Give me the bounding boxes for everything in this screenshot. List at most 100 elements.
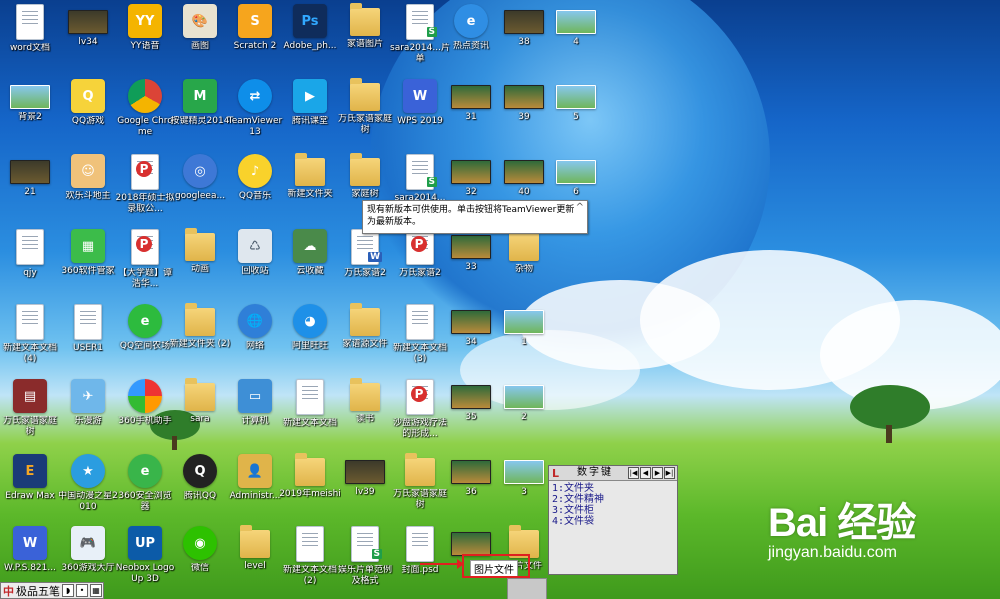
desktop-icon[interactable]: 3: [494, 450, 554, 524]
prev-page-button[interactable]: ◀: [640, 467, 651, 479]
desktop-icon[interactable]: 新建文件夹 (2): [170, 300, 230, 374]
desktop-icon[interactable]: ◕ 阿里旺旺: [280, 300, 340, 374]
desktop-icon[interactable]: 5: [546, 75, 606, 149]
thumbgame-icon: [451, 235, 491, 259]
desktop-icon[interactable]: 2019年meishi: [279, 450, 341, 524]
desktop-icon[interactable]: ♪ QQ音乐: [225, 150, 285, 224]
desktop-icon[interactable]: 1: [494, 300, 554, 374]
desktop-icon[interactable]: ⇄ TeamViewer 13: [225, 75, 285, 149]
desktop-icon[interactable]: 🌐 网络: [225, 300, 285, 374]
desktop-icon[interactable]: Q QQ游戏: [58, 75, 118, 149]
desktop-icon[interactable]: 21: [0, 150, 60, 224]
next-page-button[interactable]: ▶: [652, 467, 663, 479]
desktop-icon[interactable]: 家谱图片: [335, 0, 395, 74]
scratch-icon: S: [238, 4, 272, 38]
desktop-icon[interactable]: UP Neobox LogoUp 3D: [115, 522, 175, 596]
desktop-icon[interactable]: ▤ 万氏家谱家庭树: [0, 375, 60, 449]
desktop-icon[interactable]: 36: [441, 450, 501, 524]
desktop-icon[interactable]: 34: [441, 300, 501, 374]
doc-icon: [16, 229, 44, 265]
desktop-icon[interactable]: 2: [494, 375, 554, 449]
desktop-icon[interactable]: 360手机助手: [115, 375, 175, 449]
desktop-icon[interactable]: 新建文本文档: [280, 375, 340, 449]
desktop-icon[interactable]: 35: [441, 375, 501, 449]
desktop-icon[interactable]: 31: [441, 75, 501, 149]
desktop-icon[interactable]: 动画: [170, 225, 230, 299]
desktop-icon[interactable]: USER1: [58, 300, 118, 374]
browser360-icon: e: [128, 454, 162, 488]
thumbgame-icon: [451, 310, 491, 334]
desktop[interactable]: word文档 lv34 YY YY语音 🎨 画图 S Scratch 2 Ps Adobe_ph.…: [0, 0, 1000, 599]
tooltip-close-icon[interactable]: ^: [576, 202, 584, 214]
desktop-icon[interactable]: S Scratch 2: [225, 0, 285, 74]
desktop-icon[interactable]: YY YY语音: [115, 0, 175, 74]
desktop-icon[interactable]: lv34: [58, 0, 118, 74]
desktop-icon-label: 按键精灵2014: [170, 116, 230, 126]
ime-candidate[interactable]: 3:文件柜: [552, 505, 674, 516]
desktop-icon[interactable]: 👤 Administr...: [225, 450, 285, 524]
desktop-icon-label: 乐漫游: [74, 416, 102, 426]
desktop-icon[interactable]: lv39: [335, 450, 395, 524]
desktop-icon[interactable]: word文档: [0, 0, 60, 74]
desktop-icon[interactable]: e 热点资讯: [441, 0, 501, 74]
desktop-icon[interactable]: ♺ 回收站: [225, 225, 285, 299]
desktop-icon[interactable]: e 360安全浏览器: [115, 450, 175, 524]
desktop-icon[interactable]: 🎨 画图: [170, 0, 230, 74]
desktop-icon-label: level: [244, 561, 266, 571]
ime-candidate[interactable]: 2:文件精神: [552, 494, 674, 505]
desktop-icon[interactable]: ▭ 计算机: [225, 375, 285, 449]
desktop-icon-label: lv39: [355, 487, 375, 497]
desktop-icon[interactable]: ▶ 腾讯课堂: [280, 75, 340, 149]
desktop-icon[interactable]: qjy: [0, 225, 60, 299]
desktop-icon[interactable]: 读书: [335, 375, 395, 449]
folder-icon: [350, 378, 380, 411]
ime-candidate[interactable]: 1:文件夹: [552, 483, 674, 494]
ime-mode-indicator[interactable]: 中: [1, 583, 14, 599]
desktop-icon[interactable]: 万氏家谱2: [335, 225, 395, 299]
desktop-icon[interactable]: 背景2: [0, 75, 60, 149]
desktop-icon[interactable]: 娱乐片单范例及格式: [335, 522, 395, 596]
ime-status-bar[interactable]: 中 极品五笔 ◗ • ▦: [0, 582, 104, 599]
ime-logo-icon: L: [552, 467, 560, 480]
ime-candidate-panel[interactable]: L 数字键 |◀ ◀ ▶ ▶| 1:文件夹 2:文件精神 3:文件柜 4:文件袋: [548, 465, 678, 575]
desktop-icon[interactable]: e QQ空间农场: [115, 300, 175, 374]
teamviewer-update-tooltip[interactable]: 现有新版本可供使用。单击按钮将TeamViewer更新为最新版本。 ^: [362, 200, 588, 234]
desktop-icon[interactable]: 万氏家谱家庭树: [335, 75, 395, 149]
folder-icon: [185, 303, 215, 336]
chrome-icon: [128, 79, 162, 113]
doc-icon: [406, 304, 434, 340]
desktop-icon[interactable]: ★ 中国动漫之星2010: [58, 450, 118, 524]
desktop-icon[interactable]: sara: [170, 375, 230, 449]
desktop-icon[interactable]: ▦ 360软件管家: [58, 225, 118, 299]
desktop-icon[interactable]: Ps Adobe_ph...: [280, 0, 340, 74]
desktop-icon[interactable]: 新建文本文档 (2): [280, 522, 340, 596]
ime-name[interactable]: 极品五笔: [16, 583, 60, 599]
first-page-button[interactable]: |◀: [628, 467, 639, 479]
last-page-button[interactable]: ▶|: [664, 467, 675, 479]
desktop-icon[interactable]: 4: [546, 0, 606, 74]
desktop-icon[interactable]: 新建文本文档 (4): [0, 300, 60, 374]
desktop-icon[interactable]: 【大学题】谭浩华...: [115, 225, 175, 299]
docp-icon: [406, 229, 434, 265]
desktop-icon[interactable]: Q 腾讯QQ: [170, 450, 230, 524]
desktop-icon[interactable]: 杂物: [494, 225, 554, 299]
desktop-icon[interactable]: 33: [441, 225, 501, 299]
desktop-icon[interactable]: ✈ 乐漫游: [58, 375, 118, 449]
desktop-icon[interactable]: ☁ 云收藏: [280, 225, 340, 299]
desktop-icon[interactable]: Google Chrome: [115, 75, 175, 149]
desktop-icon[interactable]: ☺ 欢乐斗地主: [58, 150, 118, 224]
desktop-icon[interactable]: 新建文件夹: [280, 150, 340, 224]
desktop-icon[interactable]: 家谱源文件: [335, 300, 395, 374]
desktop-icon[interactable]: E Edraw Max: [0, 450, 60, 524]
desktop-icon[interactable]: ◉ 微信: [170, 522, 230, 596]
desktop-icon[interactable]: ◎ googleea...: [170, 150, 230, 224]
ime-halfwidth-button[interactable]: ◗: [62, 584, 74, 597]
ime-keyboard-button[interactable]: ▦: [90, 584, 102, 597]
desktop-icon[interactable]: level: [225, 522, 285, 596]
ime-candidate-list: 1:文件夹 2:文件精神 3:文件柜 4:文件袋: [549, 481, 677, 529]
thumbgame-icon: [451, 532, 491, 556]
desktop-icon[interactable]: 2018年硕士拟录取公...: [115, 150, 175, 224]
ime-punct-button[interactable]: •: [76, 584, 88, 597]
desktop-icon[interactable]: M 按键精灵2014: [170, 75, 230, 149]
ime-candidate[interactable]: 4:文件袋: [552, 516, 674, 527]
